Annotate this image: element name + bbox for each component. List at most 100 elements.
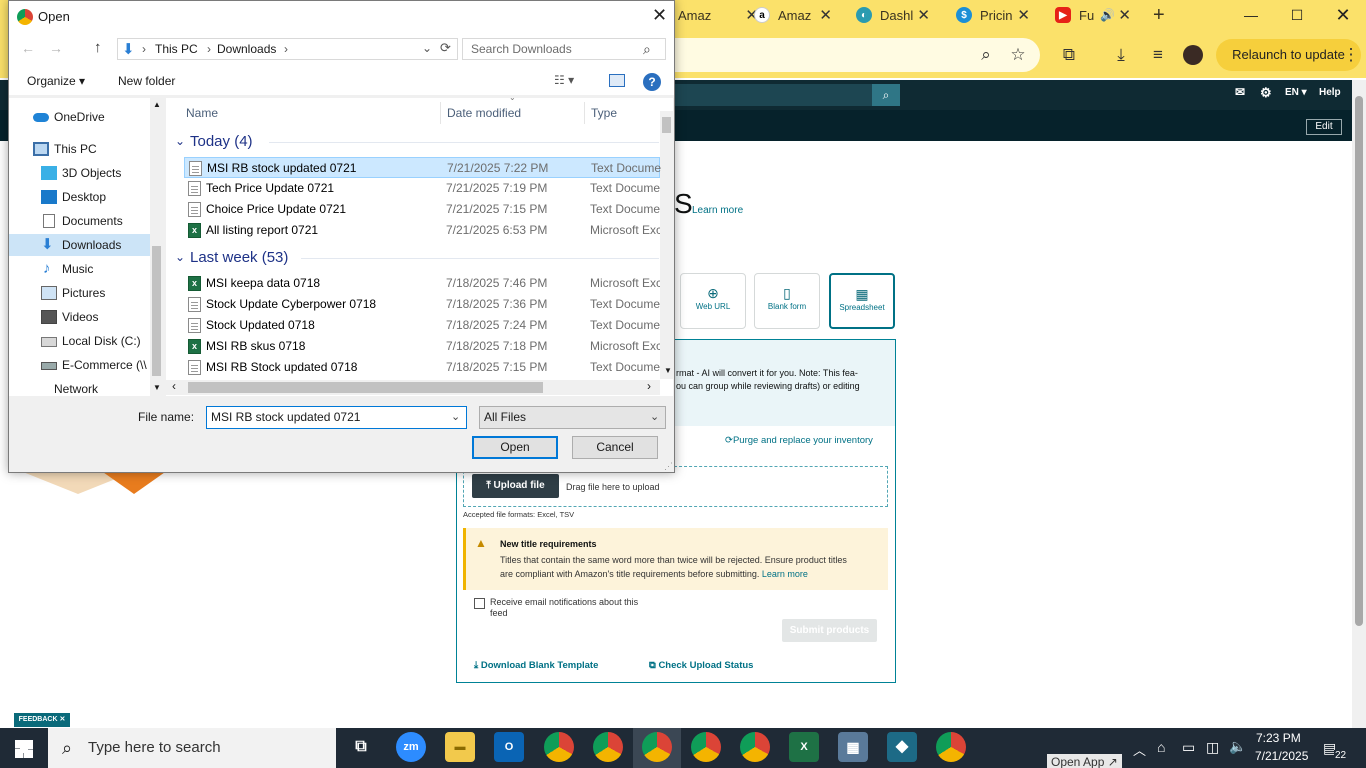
clock-date[interactable]: 7/21/2025 [1255, 749, 1308, 763]
breadcrumb-this-pc[interactable]: This PC [155, 42, 198, 56]
browser-menu-icon[interactable]: ⋮ [1340, 44, 1362, 66]
new-folder-button[interactable]: New folder [118, 74, 175, 88]
group-header-today[interactable]: Today (4) [190, 133, 253, 150]
chevron-down-icon[interactable]: ⌄ [422, 41, 432, 55]
language-selector[interactable]: EN ▾ [1285, 87, 1307, 98]
clock-time[interactable]: 7:23 PM [1256, 731, 1301, 745]
wifi-icon[interactable]: ◫ [1206, 739, 1219, 756]
mail-icon[interactable]: ✉ [1235, 85, 1245, 99]
chrome-active-icon[interactable] [642, 732, 672, 762]
zoom-icon[interactable]: ⌕ [975, 44, 997, 66]
search-downloads-input[interactable]: Search Downloads ⌕ [462, 38, 666, 60]
check-status-link[interactable]: ⧉ Check Upload Status [649, 660, 753, 671]
submit-products-button[interactable]: Submit products [782, 619, 877, 642]
taskbar-search-input[interactable]: ⌕ Type here to search [48, 728, 336, 768]
nav-item-downloads[interactable]: ⬇ Downloads [9, 234, 150, 256]
zoom-app-icon[interactable]: zm [396, 732, 426, 762]
file-row[interactable]: Choice Price Update 0721 7/21/2025 7:15 P… [184, 199, 660, 220]
file-row[interactable]: MSI RB Stock updated 0718 7/18/2025 7:15 … [184, 357, 660, 378]
purge-replace-link[interactable]: ⟳Purge and replace your inventory [725, 435, 873, 446]
tab-pricing[interactable]: $ Pricin ✕ [956, 0, 1030, 30]
view-options-icon[interactable]: ☷ ▾ [554, 73, 574, 87]
file-row[interactable]: Stock Update Cyberpower 0718 7/18/2025 7:… [184, 294, 660, 315]
minimize-icon[interactable]: — [1228, 0, 1274, 30]
scrollbar-thumb[interactable] [188, 382, 543, 393]
group-header-last-week[interactable]: Last week (53) [190, 249, 288, 266]
nav-item-this-pc[interactable]: This PC [9, 138, 150, 160]
nav-item-network[interactable]: Network [9, 384, 150, 396]
forward-arrow-icon[interactable]: → [49, 40, 63, 56]
nav-pane-scrollbar[interactable]: ▲ ▼ [150, 98, 163, 396]
volume-icon[interactable]: 🔈 [1229, 738, 1246, 755]
app-diamond-icon[interactable]: ◆ [887, 732, 917, 762]
scroll-down-icon[interactable]: ▼ [153, 383, 161, 392]
help-link[interactable]: Help [1319, 87, 1341, 98]
nav-item-music[interactable]: ♪ Music [9, 258, 150, 280]
nav-item-local-disk[interactable]: Local Disk (C:) [9, 330, 150, 352]
upload-file-button[interactable]: ⤒ Upload file [472, 474, 559, 498]
seller-search-input[interactable] [660, 84, 872, 106]
help-icon[interactable]: ? [643, 73, 661, 91]
refresh-icon[interactable]: ⟳ [440, 40, 451, 56]
back-arrow-icon[interactable]: ← [21, 40, 35, 56]
learn-more-link[interactable]: Learn more [692, 205, 743, 216]
nav-item-3d-objects[interactable]: 3D Objects [9, 162, 150, 184]
chrome-profile-1-icon[interactable] [544, 732, 574, 762]
alert-learn-more-link[interactable]: Learn more [762, 569, 808, 579]
battery-icon[interactable]: ▭ [1182, 739, 1195, 756]
column-divider[interactable] [440, 102, 441, 124]
resize-grip-icon[interactable]: ⋰ [664, 461, 673, 472]
file-row[interactable]: x MSI RB skus 0718 7/18/2025 7:18 PM Micros… [184, 336, 660, 357]
file-list-vscrollbar[interactable] [660, 111, 673, 379]
card-web-url[interactable]: ⊕ Web URL [680, 273, 746, 329]
file-row[interactable]: MSI RB stock updated 0721 7/21/2025 7:22 … [184, 157, 661, 178]
close-window-icon[interactable]: ✕ [1320, 0, 1366, 30]
column-header-type[interactable]: Type [591, 102, 617, 124]
organize-menu[interactable]: Organize ▾ [27, 74, 85, 88]
download-template-link[interactable]: ⤓ Download Blank Template [474, 660, 598, 671]
tab-amazon-1[interactable]: Amaz ✕ [678, 0, 758, 30]
scroll-up-icon[interactable]: ▲ [153, 100, 161, 109]
audio-playing-icon[interactable]: 🔊 [1100, 8, 1115, 22]
file-explorer-icon[interactable]: ▬ [445, 732, 475, 762]
nav-item-documents[interactable]: Documents [9, 210, 150, 232]
open-button[interactable]: Open [472, 436, 558, 459]
edit-button[interactable]: Edit [1306, 119, 1342, 135]
close-tab-icon[interactable]: ✕ [1118, 6, 1131, 24]
chrome-profile-5-icon[interactable] [936, 732, 966, 762]
profile-avatar[interactable] [1183, 45, 1203, 65]
breadcrumb-downloads[interactable]: Downloads [217, 42, 276, 56]
nav-item-onedrive[interactable]: OneDrive [9, 106, 150, 128]
file-row[interactable]: x All listing report 0721 7/21/2025 6:53 P… [184, 220, 660, 241]
media-control-icon[interactable]: ≡ [1147, 44, 1169, 66]
up-arrow-icon[interactable]: ↑ [94, 39, 102, 56]
task-view-icon[interactable]: ⧉ [346, 732, 376, 762]
chrome-profile-4-icon[interactable] [740, 732, 770, 762]
outlook-icon[interactable]: O [494, 732, 524, 762]
download-icon[interactable]: ⤓ [1110, 44, 1132, 66]
file-name-input[interactable]: MSI RB stock updated 0721 ⌄ [206, 406, 467, 429]
calculator-icon[interactable]: ▦ [838, 732, 868, 762]
chevron-down-icon[interactable]: ⌄ [175, 250, 185, 264]
scrollbar-thumb[interactable] [662, 117, 671, 133]
windows-start-icon[interactable] [15, 740, 33, 758]
chevron-down-icon[interactable]: ⌄ [175, 134, 185, 148]
file-row[interactable]: Tech Price Update 0721 7/21/2025 7:19 PM T… [184, 178, 660, 199]
scroll-right-icon[interactable]: › [647, 379, 651, 393]
nav-item-desktop[interactable]: Desktop [9, 186, 150, 208]
close-tab-icon[interactable]: ✕ [917, 6, 930, 24]
column-header-name[interactable]: Name [186, 102, 218, 124]
scrollbar-thumb[interactable] [152, 246, 161, 376]
nav-item-pictures[interactable]: Pictures [9, 282, 150, 304]
scroll-down-icon[interactable]: ▼ [664, 366, 672, 375]
file-row[interactable]: Stock Updated 0718 7/18/2025 7:24 PM Text … [184, 315, 660, 336]
card-blank-form[interactable]: ▯ Blank form [754, 273, 820, 329]
chevron-down-icon[interactable]: ⌄ [451, 407, 460, 428]
tab-dashboard[interactable]: ◐ Dashl ✕ [856, 0, 930, 30]
search-icon[interactable]: ⌕ [872, 84, 900, 106]
nav-item-ecommerce-drive[interactable]: E-Commerce (\\ [9, 354, 150, 376]
tab-amazon-2[interactable]: a Amaz ✕ [754, 0, 832, 30]
file-row[interactable]: x MSI keepa data 0718 7/18/2025 7:46 PM Mic… [184, 273, 660, 294]
tray-chevron-icon[interactable]: ︿ [1133, 740, 1146, 759]
close-dialog-icon[interactable]: ✕ [652, 5, 667, 26]
